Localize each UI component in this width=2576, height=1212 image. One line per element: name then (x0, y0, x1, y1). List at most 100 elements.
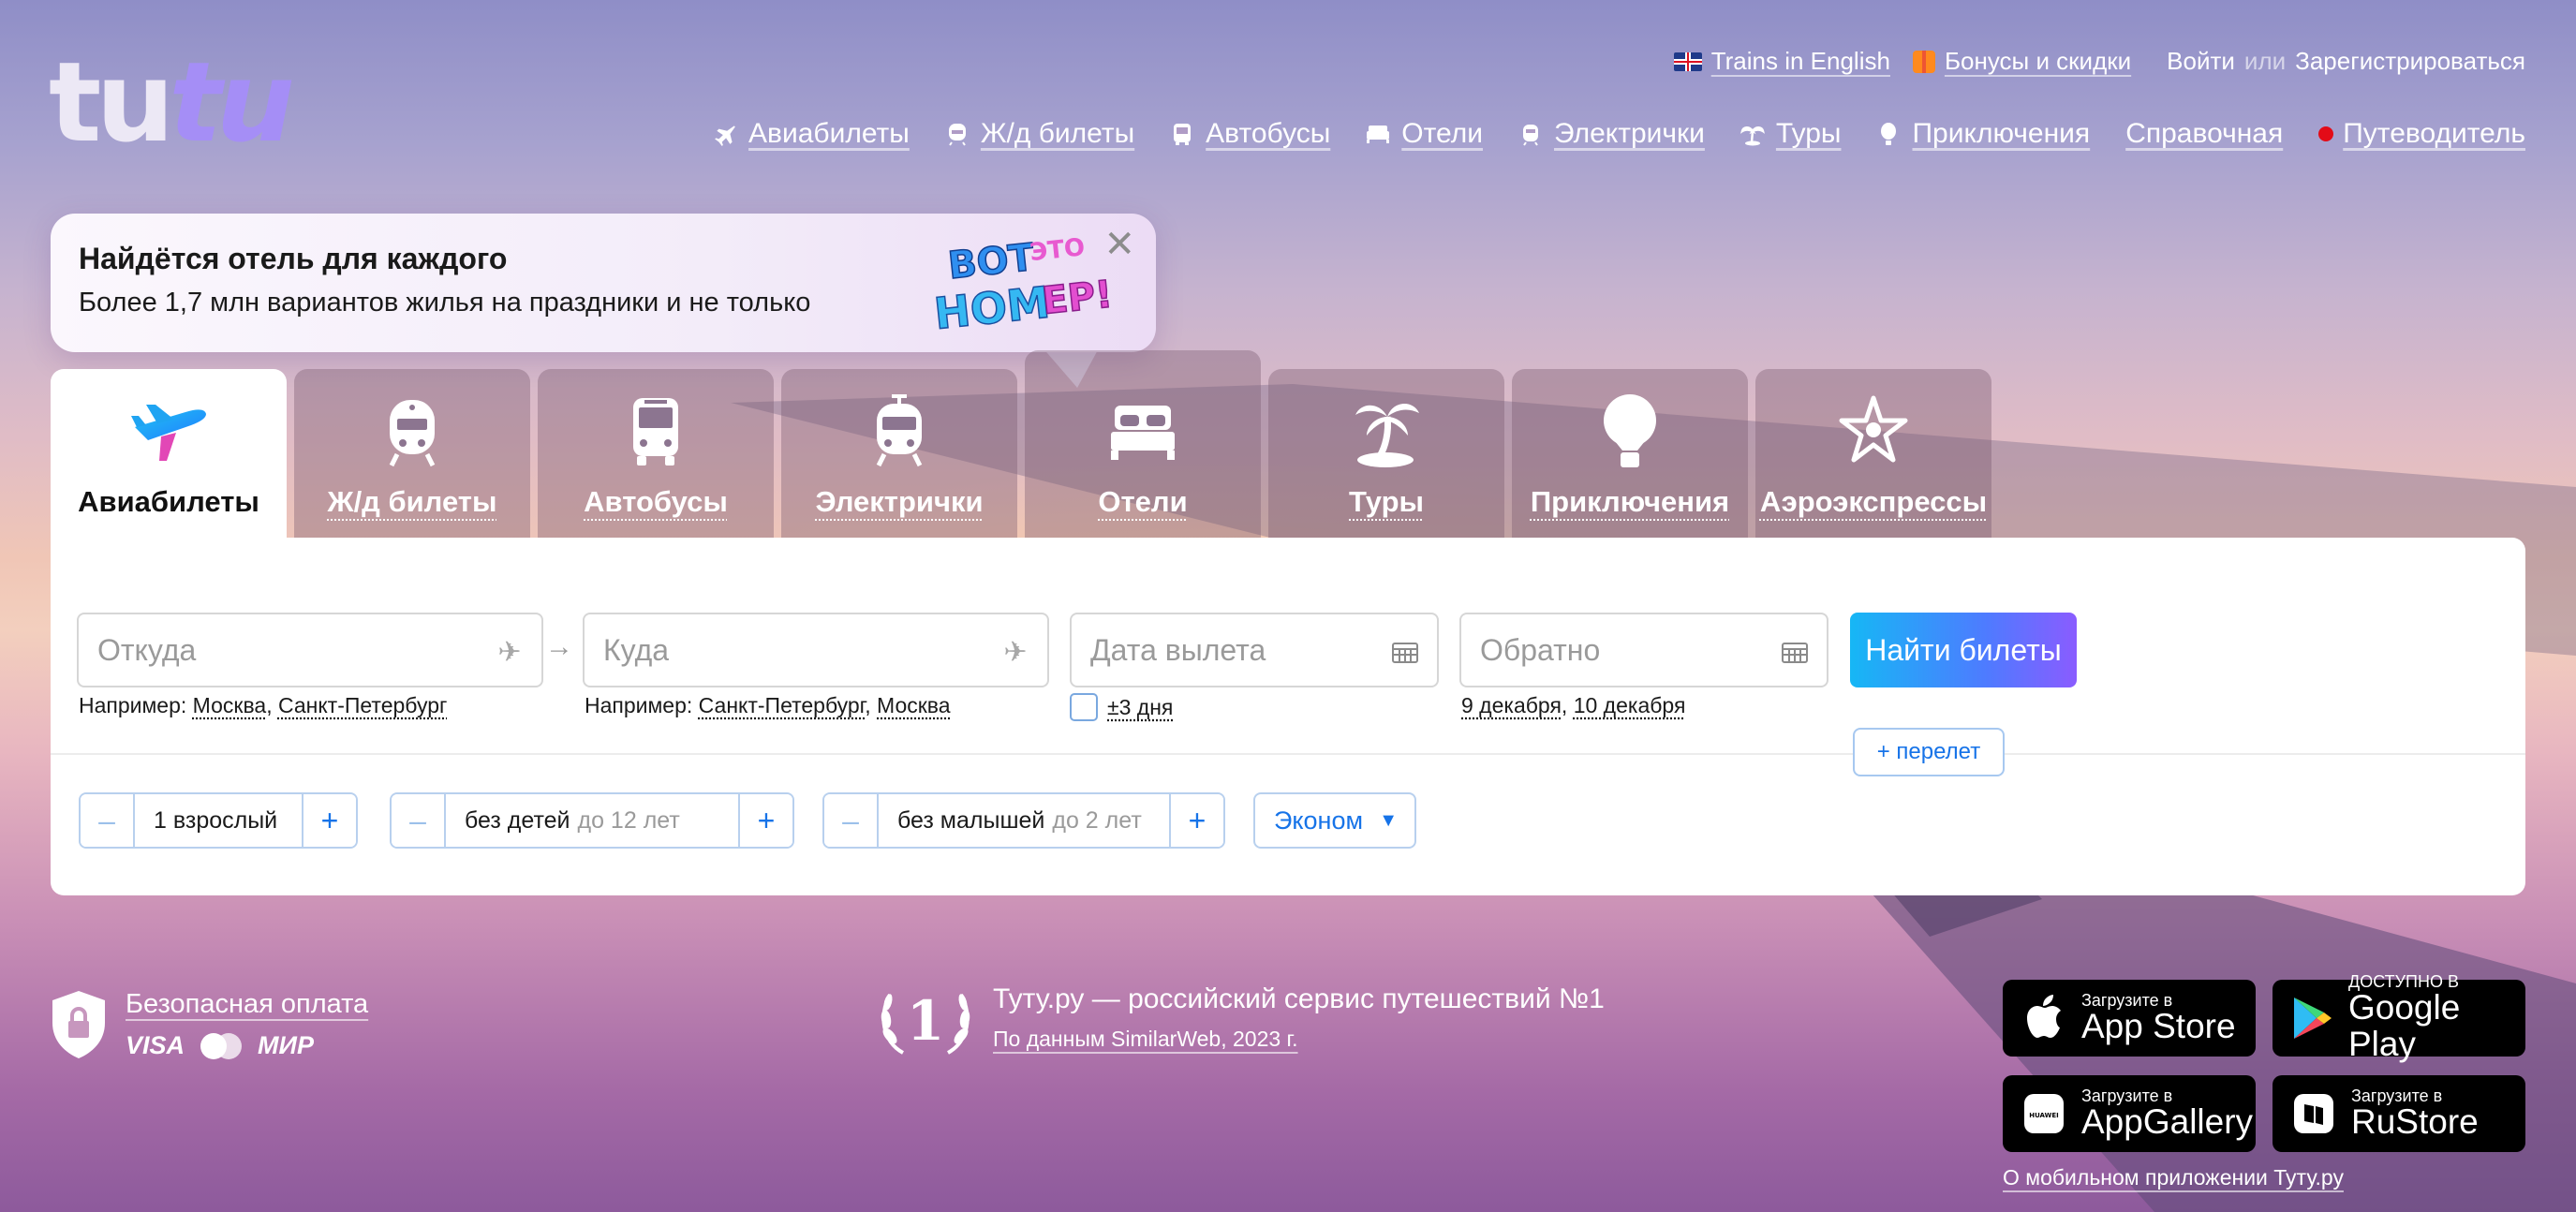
nav-label-trains: Ж/д билеты (980, 118, 1135, 149)
return-hint-1[interactable]: 9 декабря (1461, 693, 1562, 717)
bus-icon (614, 390, 698, 474)
logo-part-1: tu (49, 37, 174, 167)
from-hint-prefix: Например: (79, 693, 187, 717)
tab-label-buses: Автобусы (584, 485, 728, 518)
search-button[interactable]: Найти билеты (1850, 613, 2077, 687)
tab-label-tours: Туры (1349, 485, 1424, 518)
nav-item-adventures[interactable]: Приключения (1876, 118, 2090, 150)
nav-item-guide[interactable]: Путеводитель (2318, 118, 2525, 150)
safe-payment-block: Безопасная оплата VISA МИР (51, 989, 368, 1060)
tab-tours[interactable]: Туры (1268, 369, 1504, 538)
register-link[interactable]: Зарегистрироваться (2295, 47, 2525, 76)
plane-icon: ✈ (1003, 636, 1028, 668)
return-date-placeholder: Обратно (1480, 632, 1601, 667)
rustore-button[interactable]: Загрузите в RuStore (2273, 1075, 2525, 1152)
uk-flag-icon (1673, 52, 1702, 71)
nav-label-hotels: Отели (1401, 118, 1483, 149)
adults-minus-button[interactable]: – (81, 794, 133, 847)
app-store-button[interactable]: Загрузите в App Store (2003, 980, 2256, 1057)
children-note: до 12 лет (577, 806, 680, 834)
bonuses-label: Бонусы и скидки (1944, 47, 2132, 75)
flex-days-label[interactable]: ±3 дня (1107, 695, 1173, 720)
app-store-text: Загрузите в App Store (2081, 992, 2236, 1045)
app-store-small: Загрузите в (2081, 990, 2173, 1010)
rustore-big: RuStore (2351, 1101, 2479, 1141)
visa-logo: VISA (126, 1031, 185, 1059)
tab-label-trains: Ж/д билеты (327, 485, 497, 518)
add-flight-button[interactable]: + перелет (1853, 728, 2005, 776)
tab-buses[interactable]: Автобусы (538, 369, 774, 538)
palm-icon (1740, 122, 1765, 146)
to-hint-spb[interactable]: Санкт-Петербург (699, 693, 866, 717)
tab-label-avia: Авиабилеты (78, 485, 259, 518)
logo[interactable]: tu tu (49, 47, 295, 157)
rustore-icon (2291, 1091, 2336, 1136)
return-hint-2[interactable]: 10 декабря (1574, 693, 1686, 717)
infants-minus-button[interactable]: – (824, 794, 877, 847)
tab-label-suburban: Электрички (815, 485, 984, 518)
from-hint-moscow[interactable]: Москва (193, 693, 267, 717)
adults-value: 1 взрослый (133, 794, 303, 847)
to-input[interactable]: Куда ✈ (583, 613, 1049, 687)
rustore-small: Загрузите в (2351, 1086, 2443, 1105)
nav-item-tours[interactable]: Туры (1740, 118, 1841, 150)
balloon-icon (1876, 122, 1901, 146)
laurel-award-icon: 1 (881, 989, 970, 1055)
tab-hotels[interactable]: Отели (1025, 350, 1261, 538)
app-gallery-button[interactable]: HUAWEI Загрузите в AppGallery (2003, 1075, 2256, 1152)
main-nav: Авиабилеты Ж/д билеты Автобусы Отели Эле… (677, 118, 2525, 150)
promo-badge-logo: ВОТ ЭТО НОМ ЕР! (931, 233, 1115, 332)
return-date-input[interactable]: Обратно (1459, 613, 1828, 687)
tab-avia[interactable]: Авиабилеты (51, 369, 287, 538)
children-stepper: – без детей до 12 лет + (390, 792, 794, 849)
to-hint-moscow[interactable]: Москва (877, 693, 951, 717)
panel-divider (51, 753, 2525, 755)
tab-trains[interactable]: Ж/д билеты (294, 369, 530, 538)
nav-item-buses[interactable]: Автобусы (1170, 118, 1330, 150)
nav-item-suburban[interactable]: Электрички (1518, 118, 1705, 150)
google-play-big: Google Play (2348, 988, 2461, 1063)
nav-label-suburban: Электрички (1554, 118, 1705, 149)
bonuses-link[interactable]: Бонусы и скидки (1912, 47, 2132, 76)
nav-item-hotels[interactable]: Отели (1366, 118, 1483, 150)
palm-icon (1344, 390, 1429, 474)
nav-item-reference[interactable]: Справочная (2125, 118, 2283, 150)
mir-logo: МИР (258, 1031, 314, 1059)
nav-label-avia: Авиабилеты (748, 118, 910, 149)
rustore-text: Загрузите в RuStore (2351, 1087, 2479, 1141)
bed-icon (1101, 390, 1185, 474)
promo-close-button[interactable]: ✕ (1103, 223, 1135, 266)
award-source-link[interactable]: По данным SimilarWeb, 2023 г. (993, 1027, 1605, 1052)
to-hint: Например: Санкт-Петербург, Москва (585, 693, 951, 717)
class-select[interactable]: Эконом ▼ (1253, 792, 1416, 849)
balloon-icon (1588, 390, 1672, 474)
tab-suburban[interactable]: Электрички (781, 369, 1017, 538)
adults-plus-button[interactable]: + (303, 794, 356, 847)
flex-days-checkbox[interactable] (1070, 693, 1098, 721)
shield-lock-icon (52, 991, 105, 1058)
tab-aeroexpress[interactable]: Аэроэкспрессы (1755, 369, 1991, 538)
from-input[interactable]: Откуда ✈ (77, 613, 543, 687)
google-play-button[interactable]: ДОСТУПНО В Google Play (2273, 973, 2525, 1062)
nav-item-trains[interactable]: Ж/д билеты (945, 118, 1134, 150)
trains-in-english-link[interactable]: Trains in English (1673, 47, 1890, 76)
mobile-app-link[interactable]: О мобильном приложении Туту.ру (2003, 1165, 2344, 1190)
departure-date-input[interactable]: Дата вылета (1070, 613, 1439, 687)
nav-label-buses: Автобусы (1206, 118, 1331, 149)
departure-date-placeholder: Дата вылета (1090, 632, 1266, 667)
children-minus-button[interactable]: – (392, 794, 444, 847)
arrow-right-icon: → (545, 631, 573, 662)
nav-label-adventures: Приключения (1912, 118, 2091, 149)
from-hint-spb[interactable]: Санкт-Петербург (278, 693, 447, 717)
from-placeholder: Откуда (97, 632, 197, 667)
hotel-promo-banner[interactable]: Найдётся отель для каждого Более 1,7 млн… (51, 214, 1156, 352)
infants-plus-button[interactable]: + (1171, 794, 1223, 847)
login-link[interactable]: Войти (2167, 47, 2235, 76)
nav-item-avia[interactable]: Авиабилеты (713, 118, 910, 150)
flex-days-text: ±3 дня (1107, 695, 1174, 719)
safe-payment-link[interactable]: Безопасная оплата (126, 989, 368, 1020)
children-plus-button[interactable]: + (740, 794, 792, 847)
tab-adventures[interactable]: Приключения (1512, 369, 1748, 538)
infants-note: до 2 лет (1052, 806, 1142, 834)
award-number: 1 (907, 989, 944, 1053)
